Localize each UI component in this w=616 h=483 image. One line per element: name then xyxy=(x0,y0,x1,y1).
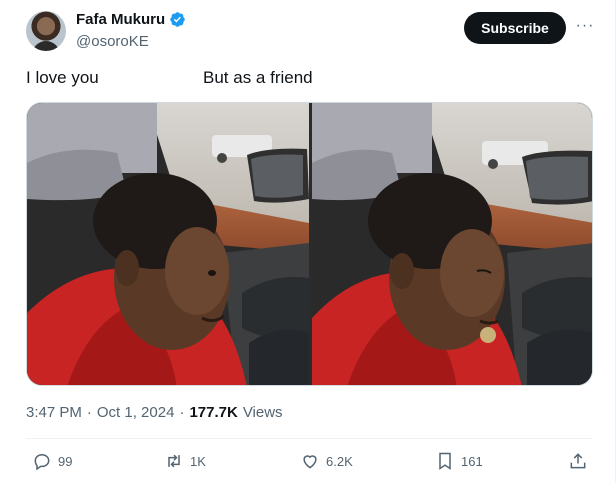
action-bar: 99 1K 6.2K 161 xyxy=(0,447,616,477)
like-count: 6.2K xyxy=(326,453,353,469)
tweet-date[interactable]: Oct 1, 2024 xyxy=(97,404,175,421)
subscribe-button[interactable]: Subscribe xyxy=(464,12,566,44)
author-handle[interactable]: @osoroKE xyxy=(76,33,149,50)
bookmark-icon xyxy=(439,452,451,470)
tweet-time[interactable]: 3:47 PM xyxy=(26,404,82,421)
repost-icon xyxy=(168,454,180,468)
meta-separator: · xyxy=(179,404,185,421)
tweet-text-left: I love you xyxy=(26,68,99,87)
repost-button[interactable]: 1K xyxy=(164,451,206,471)
media-photo-right[interactable] xyxy=(312,103,592,385)
bookmark-count: 161 xyxy=(461,453,483,469)
repost-count: 1K xyxy=(190,453,206,469)
reply-button[interactable]: 99 xyxy=(32,451,72,471)
more-icon[interactable]: ··· xyxy=(575,16,595,36)
bookmark-button[interactable]: 161 xyxy=(435,451,483,471)
views-label: Views xyxy=(242,404,283,421)
like-button[interactable]: 6.2K xyxy=(300,451,353,471)
meta-separator: · xyxy=(86,404,92,421)
tweet-meta: 3:47 PM · Oct 1, 2024 · 177.7K Views xyxy=(26,404,283,421)
tweet-text-right: But as a friend xyxy=(203,68,313,87)
media-photo-left[interactable] xyxy=(27,103,309,385)
views-count[interactable]: 177.7K xyxy=(189,404,237,421)
author-name[interactable]: Fafa Mukuru xyxy=(76,11,165,28)
share-icon xyxy=(570,453,586,469)
share-button[interactable] xyxy=(568,451,588,471)
author-name-row: Fafa Mukuru xyxy=(76,11,186,28)
reply-icon xyxy=(34,453,50,471)
tweet-card: Fafa Mukuru @osoroKE Subscribe ··· I lov… xyxy=(0,0,616,483)
divider xyxy=(26,438,593,439)
verified-badge-icon[interactable] xyxy=(169,11,186,28)
reply-count: 99 xyxy=(58,453,73,469)
tweet-media[interactable] xyxy=(26,102,593,386)
like-icon xyxy=(303,455,317,469)
avatar[interactable] xyxy=(26,11,66,51)
